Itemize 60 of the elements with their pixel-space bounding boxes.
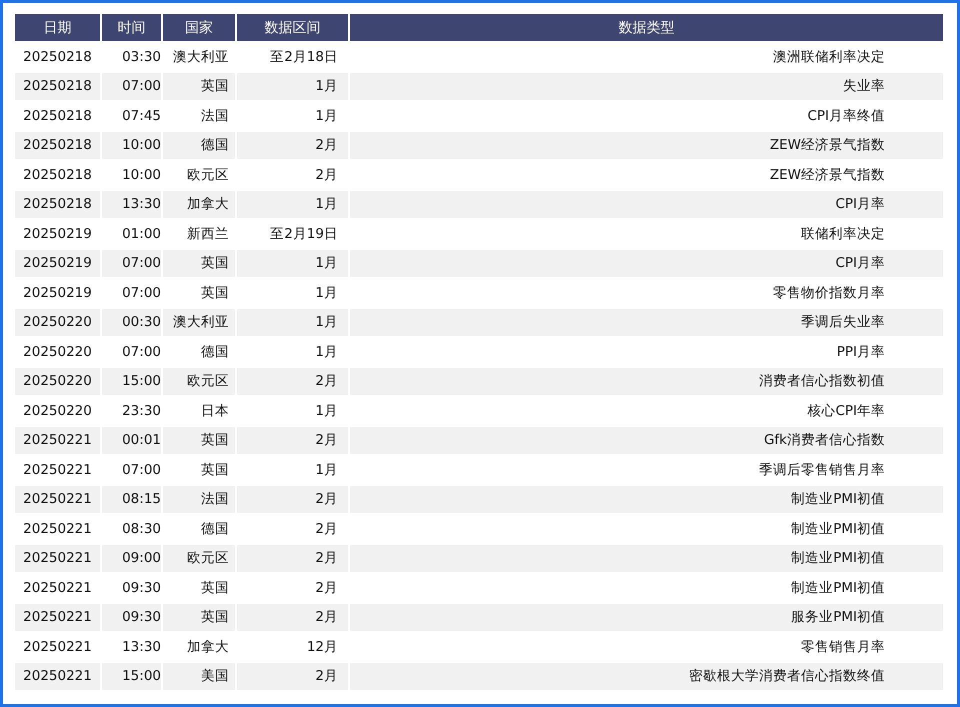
table-cell: 密歇根大学消费者信心指数终值 [350, 662, 943, 690]
table-cell: 20250221 [15, 662, 100, 690]
table-cell: 20250218 [15, 132, 100, 159]
table-cell: CPI月率 [350, 190, 943, 218]
table-cell: 2月 [237, 662, 348, 690]
table-cell: 07:00 [102, 72, 161, 100]
table-cell: 季调后失业率 [350, 308, 943, 336]
table-cell: 20250221 [15, 426, 100, 454]
table-cell: 澳大利亚 [163, 308, 235, 336]
table-cell: 英国 [163, 426, 235, 454]
table-cell: 英国 [163, 604, 235, 631]
column-header: 数据类型 [350, 14, 943, 41]
table-cell: 1月 [237, 250, 348, 277]
table-cell: 欧元区 [163, 544, 235, 572]
table-cell: 15:00 [102, 368, 161, 395]
column-header: 时间 [102, 14, 161, 41]
table-cell: 00:01 [102, 426, 161, 454]
table-cell: 失业率 [350, 72, 943, 100]
table-cell: ZEW经济景气指数 [350, 132, 943, 159]
table-cell: 1月 [237, 72, 348, 100]
column-header: 日期 [15, 14, 100, 41]
table-cell: 15:00 [102, 662, 161, 690]
table-cell: Gfk消费者信心指数 [350, 426, 943, 454]
table-cell: 服务业PMI初值 [350, 604, 943, 631]
table-cell: 德国 [163, 132, 235, 159]
table-cell: 08:15 [102, 486, 161, 513]
table-cell: 09:30 [102, 604, 161, 631]
table-cell: 20250220 [15, 308, 100, 336]
table-cell: 1月 [237, 308, 348, 336]
table-cell: 美国 [163, 662, 235, 690]
table-cell: 10:00 [102, 132, 161, 159]
table-cell: 2月 [237, 604, 348, 631]
table-cell: 20250218 [15, 190, 100, 218]
table-cell: 制造业PMI初值 [350, 486, 943, 513]
table-cell: 欧元区 [163, 368, 235, 395]
table-cell: 20250221 [15, 486, 100, 513]
table-cell: 英国 [163, 250, 235, 277]
table-cell: 20250221 [15, 544, 100, 572]
table-cell: 2月 [237, 368, 348, 395]
table-cell: 20250219 [15, 250, 100, 277]
table-cell: 制造业PMI初值 [350, 544, 943, 572]
table-cell: 加拿大 [163, 190, 235, 218]
table-cell: 13:30 [102, 190, 161, 218]
table-cell: 09:00 [102, 544, 161, 572]
table-cell: 消费者信心指数初值 [350, 368, 943, 395]
table-cell: 20250220 [15, 368, 100, 395]
table-cell: 2月 [237, 426, 348, 454]
table-cell: 英国 [163, 72, 235, 100]
table-cell: 2月 [237, 486, 348, 513]
table-cell: CPI月率 [350, 250, 943, 277]
column-header: 数据区间 [237, 14, 348, 41]
table-cell: 20250218 [15, 72, 100, 100]
table-cell: 20250221 [15, 604, 100, 631]
table-cell: 2月 [237, 132, 348, 159]
table-cell: 2月 [237, 544, 348, 572]
table-cell: 07:00 [102, 250, 161, 277]
column-header: 国家 [163, 14, 235, 41]
table-cell: 00:30 [102, 308, 161, 336]
table-cell: 1月 [237, 190, 348, 218]
table-cell: 法国 [163, 486, 235, 513]
